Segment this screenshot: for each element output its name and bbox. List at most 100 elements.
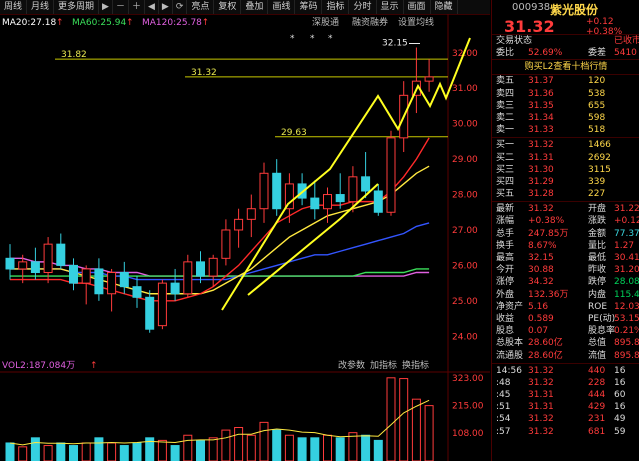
volume-bar	[234, 427, 244, 461]
stat-row: 净资产 5.16 ROE 12.03%	[492, 301, 639, 313]
stat-label: 涨幅	[496, 216, 515, 227]
candle-body	[373, 190, 383, 213]
toolbar-monthly[interactable]: 月线	[27, 0, 55, 14]
margin-button[interactable]: 融资融券	[352, 16, 388, 28]
up-arrow-icon: ↑	[126, 18, 134, 28]
candle-body	[56, 243, 66, 266]
toolbar-draw[interactable]: 画线	[268, 0, 296, 14]
tick-count: 49	[614, 414, 626, 425]
candle-body	[94, 268, 104, 295]
candlestick-chart[interactable]: MA20:27.18 ↑ MA60:25.94 ↑ MA120:25.78 ↑ 深股通 融资融…	[0, 14, 490, 461]
tick-count: 60	[614, 390, 626, 401]
row-value: 5410	[614, 48, 637, 59]
toolbar-more-periods[interactable]: 更多周期	[54, 0, 100, 14]
bid-level: 买五 31.28 227	[492, 188, 639, 200]
bid-price: 31.31	[528, 152, 554, 163]
candle-body	[335, 194, 345, 203]
volume-bar	[69, 445, 78, 461]
stat-label: 金额	[588, 228, 607, 239]
set-ma-button[interactable]: 设置均线	[398, 16, 434, 28]
chart-toolbar: 周线 月线 更多周期 ▶ － ＋ ◀ ▶ ⟳ 亮点 复权 叠加 画线 筹码 指标…	[0, 0, 490, 15]
candle-body	[348, 176, 358, 203]
stat-label: 收益	[496, 313, 515, 324]
stat-label: 净资产	[496, 301, 524, 312]
toolbar-highlights[interactable]: 亮点	[187, 0, 215, 14]
zoom-in-icon[interactable]: ＋	[129, 0, 145, 14]
price-change: +0.12 +0.38%	[586, 17, 622, 37]
toolbar-indicators[interactable]: 指标	[322, 0, 350, 14]
volume-bar	[119, 445, 129, 461]
ma-legend-label: MA120:25.78	[142, 18, 202, 28]
volume-bar	[323, 434, 332, 461]
ask-label: 卖二	[496, 112, 515, 123]
candle-body	[386, 137, 396, 213]
tick-price: 31.32	[528, 426, 554, 437]
stat-value: 247.85万	[528, 228, 569, 239]
stock-header: 000938 紫光股份 31.32 +0.12 +0.38%	[492, 0, 639, 37]
stat-value: 0.07	[528, 326, 549, 337]
volume-bar	[5, 442, 15, 461]
tick-row: 14:56 31.32 440 16	[492, 365, 639, 377]
volume-bar	[399, 378, 409, 461]
volume-bar	[221, 429, 231, 461]
toolbar-chips[interactable]: 筹码	[295, 0, 323, 14]
stat-value: 30.41	[614, 253, 639, 263]
scroll-left-icon[interactable]: ◀	[145, 0, 159, 14]
volume-legend: VOL2:187.084万	[2, 361, 75, 371]
ma-legend-label: MA20:27.18	[2, 18, 56, 28]
zoom-out-icon[interactable]: －	[113, 0, 129, 14]
toolbar-weekly[interactable]: 周线	[0, 0, 28, 14]
stat-value: 30.88	[528, 265, 554, 276]
stat-value: 28.60亿	[528, 350, 563, 361]
refresh-icon[interactable]: ⟳	[173, 0, 188, 14]
volume-bar	[56, 442, 66, 461]
quote-panel: 000938 紫光股份 31.32 +0.12 +0.38% 交易状态 已收市 委比…	[491, 0, 639, 461]
stat-label: 流值	[588, 350, 607, 361]
scroll-right-icon[interactable]: ▶	[159, 0, 173, 14]
volume-bar	[310, 437, 320, 461]
change-indicator-button[interactable]: 换指标	[402, 359, 429, 371]
edit-params-button[interactable]: 改参数	[338, 359, 365, 371]
bid-price: 31.28	[528, 189, 554, 200]
toolbar-overlay[interactable]: 叠加	[241, 0, 269, 14]
candle-body	[30, 261, 40, 274]
bid-volume: 1466	[588, 140, 611, 151]
bid-level: 买三 31.30 3115	[492, 164, 639, 176]
stat-value: 895.8亿	[614, 350, 639, 361]
row-label: 委比	[496, 48, 515, 59]
star-icon: *	[290, 34, 295, 44]
ask-label: 卖三	[496, 100, 515, 111]
bid-level: 买四 31.29 339	[492, 176, 639, 188]
stat-value: 28.08	[614, 277, 639, 288]
row-label: 委差	[588, 48, 607, 59]
ask-volume: 120	[588, 76, 606, 87]
star-icon: *	[328, 34, 333, 44]
stat-value: 31.32	[528, 204, 554, 215]
toolbar-intraday[interactable]: 分时	[349, 0, 377, 14]
toolbar-layout[interactable]: 画面	[404, 0, 431, 14]
ask-label: 卖四	[496, 88, 515, 99]
bid-price: 31.32	[528, 140, 554, 151]
add-indicator-button[interactable]: 加指标	[370, 359, 397, 371]
stat-label: 最低	[588, 253, 607, 263]
panel-header-row: 交易状态 已收市	[492, 35, 639, 47]
ask-label: 卖一	[496, 125, 515, 136]
sh-connect-button[interactable]: 深股通	[312, 17, 339, 28]
stat-row: 最高 32.15 最低 30.41	[492, 252, 639, 264]
toolbar-hide[interactable]: 隐藏	[431, 0, 458, 14]
candle-body	[234, 218, 244, 231]
candle-body	[81, 268, 91, 284]
stat-label: 涨跌	[588, 216, 607, 227]
stat-row: 外盘 132.36万 内盘 115.49万	[492, 289, 639, 301]
candle-body	[157, 282, 167, 327]
high-marker-label: 32.15	[382, 38, 408, 48]
toolbar-restore-rights[interactable]: 复权	[214, 0, 242, 14]
bid-level: 买一 31.32 1466	[492, 139, 639, 151]
stat-value: 5.16	[528, 301, 549, 312]
play-icon[interactable]: ▶	[99, 0, 113, 14]
stat-label: PE(动)	[588, 313, 616, 324]
toolbar-display[interactable]: 显示	[377, 0, 404, 14]
ask-price: 31.36	[528, 88, 554, 99]
tick-price: 31.31	[528, 402, 554, 413]
buy-l2-button[interactable]: 购买L2查看十档行情	[492, 59, 639, 76]
